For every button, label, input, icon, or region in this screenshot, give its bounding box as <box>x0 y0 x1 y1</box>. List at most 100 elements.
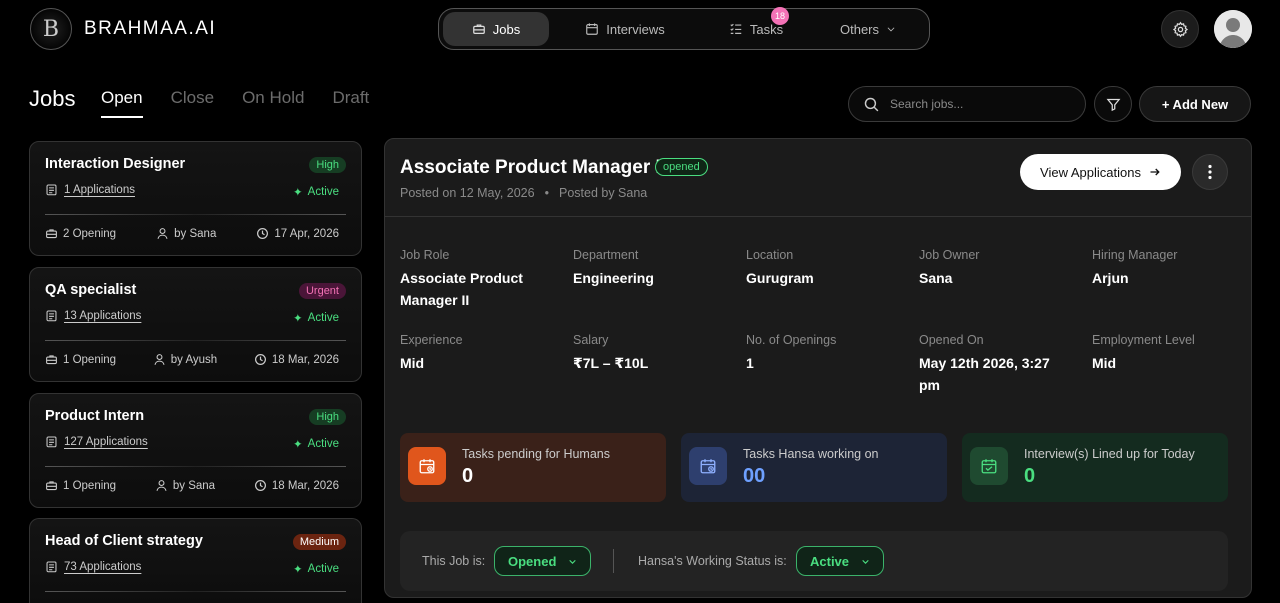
briefcase-icon <box>46 481 57 491</box>
clipboard-icon <box>46 436 57 448</box>
job-card[interactable]: QA specialist Urgent 13 Applications ✦ Ac… <box>29 267 362 382</box>
field-label: Employment Level <box>1092 333 1195 347</box>
posted-date: 17 Apr, 2026 <box>274 227 339 240</box>
brand-logo[interactable]: B BRAHMAA.AI <box>30 8 216 50</box>
job-meta: 1 Opening by Sana 18 Mar, 2026 <box>45 479 339 492</box>
posted-info: Posted on 12 May, 2026 • Posted by Sana <box>400 186 647 200</box>
job-active-status: ✦ Active <box>293 437 339 451</box>
more-options-button[interactable] <box>1192 154 1228 190</box>
clipboard-icon <box>46 561 57 573</box>
job-card[interactable]: Product Intern High 127 Applications ✦ Ac… <box>29 393 362 508</box>
field-employment-level: Employment Level Mid <box>1092 333 1251 374</box>
field-value: 1 <box>746 355 754 371</box>
posted-date: 18 Mar, 2026 <box>271 353 339 366</box>
tab-draft[interactable]: Draft <box>332 88 369 118</box>
job-status-select[interactable]: Opened <box>494 546 592 576</box>
applications-count: 127 Applications <box>64 435 148 448</box>
user-icon <box>156 480 167 491</box>
job-title: Interaction Designer <box>45 156 186 172</box>
status-text: Active <box>307 438 339 450</box>
field-value: Associate Product Manager II <box>400 270 523 308</box>
applications-link[interactable]: 1 Applications <box>45 183 135 196</box>
settings-button[interactable] <box>1161 10 1199 48</box>
gear-icon <box>1172 21 1188 37</box>
filter-button[interactable] <box>1094 86 1132 122</box>
field-opened-on: Opened On May 12th 2026, 3:27 pm <box>919 333 1064 396</box>
brand-name: BRAHMAA.AI <box>84 18 217 39</box>
status-text: Active <box>307 312 339 324</box>
more-vertical-icon <box>1208 164 1212 180</box>
applications-link[interactable]: 73 Applications <box>45 560 141 573</box>
search-box <box>848 86 1086 122</box>
tab-open[interactable]: Open <box>101 88 143 118</box>
calendar-check-icon <box>970 447 1008 485</box>
view-applications-button[interactable]: View Applications <box>1020 154 1181 190</box>
field-value: Arjun <box>1092 270 1129 286</box>
field-label: Location <box>746 248 794 262</box>
separator <box>613 549 614 573</box>
field-value: Mid <box>400 355 425 371</box>
tab-on-hold[interactable]: On Hold <box>242 88 304 118</box>
nav-others-label: Others <box>839 21 879 37</box>
sparkle-icon: ✦ <box>293 187 303 199</box>
job-card[interactable]: Interaction Designer High 1 Applications… <box>29 141 362 256</box>
chevron-down-icon <box>569 559 577 564</box>
tab-close[interactable]: Close <box>171 88 214 118</box>
stat-tasks-hansa-working[interactable]: Tasks Hansa working on 00 <box>681 433 947 502</box>
nav-jobs-label: Jobs <box>492 21 521 37</box>
job-status-tabs: Open Close On Hold Draft <box>101 88 369 118</box>
field-job-role: Job Role Associate Product Manager II <box>400 248 540 311</box>
nav-jobs[interactable]: Jobs <box>443 12 549 46</box>
logo-mark: B <box>30 8 72 50</box>
divider <box>385 216 1251 217</box>
applications-link[interactable]: 127 Applications <box>45 435 148 448</box>
field-label: Job Owner <box>919 248 980 262</box>
priority-badge: Urgent <box>298 283 346 299</box>
job-card[interactable]: Head of Client strategy Medium 73 Applic… <box>29 518 362 603</box>
openings-count: 1 Opening <box>63 353 117 366</box>
applications-count: 73 Applications <box>64 560 142 573</box>
search-input[interactable] <box>890 97 1070 111</box>
job-active-status: ✦ Active <box>293 311 339 325</box>
applications-count: 1 Applications <box>64 183 135 196</box>
briefcase-icon <box>46 229 57 239</box>
arrow-right-icon <box>1150 168 1160 176</box>
field-value: Gurugram <box>746 270 814 286</box>
job-detail-panel: Associate Product Manager II opened Post… <box>384 138 1252 598</box>
stat-value: 0 <box>1024 465 1036 487</box>
add-new-button[interactable]: + Add New <box>1139 86 1251 122</box>
field-value: ₹7L – ₹10L <box>573 355 649 371</box>
nav-interviews[interactable]: Interviews <box>555 12 695 46</box>
stat-label: Tasks Hansa working on <box>743 447 879 461</box>
applications-link[interactable]: 13 Applications <box>45 309 141 322</box>
hansa-status-label: Hansa's Working Status is: <box>638 554 787 568</box>
nav-others[interactable]: Others <box>813 12 923 46</box>
stat-value: 00 <box>743 465 766 487</box>
field-location: Location Gurugram <box>746 248 906 289</box>
sparkle-icon: ✦ <box>293 439 303 451</box>
stat-tasks-pending-humans[interactable]: Tasks pending for Humans 0 <box>400 433 666 502</box>
field-value: Mid <box>1092 355 1117 371</box>
stat-interviews-today[interactable]: Interview(s) Lined up for Today 0 <box>962 433 1228 502</box>
openings-count: 2 Opening <box>63 227 117 240</box>
posted-separator: • <box>544 186 549 200</box>
posted-by: by Ayush <box>170 353 218 366</box>
chevron-down-icon <box>862 559 869 564</box>
page-title: Jobs <box>29 86 76 111</box>
nav-tasks[interactable]: Tasks 18 <box>701 7 811 46</box>
user-icon <box>1214 10 1252 48</box>
hansa-status-select[interactable]: Active <box>796 546 885 576</box>
job-active-status: ✦ Active <box>293 185 339 199</box>
posted-by: by Sana <box>172 479 216 492</box>
priority-badge: High <box>309 157 346 173</box>
job-status-label: This Job is: <box>422 554 486 568</box>
card-divider <box>45 340 346 341</box>
user-avatar[interactable] <box>1214 10 1252 48</box>
task-list-icon <box>730 23 742 34</box>
briefcase-icon <box>46 355 57 365</box>
chevron-down-icon <box>887 27 895 32</box>
field-salary: Salary ₹7L – ₹10L <box>573 333 733 374</box>
card-divider <box>45 466 346 467</box>
calendar-task-icon <box>689 447 727 485</box>
field-label: Salary <box>573 333 609 347</box>
